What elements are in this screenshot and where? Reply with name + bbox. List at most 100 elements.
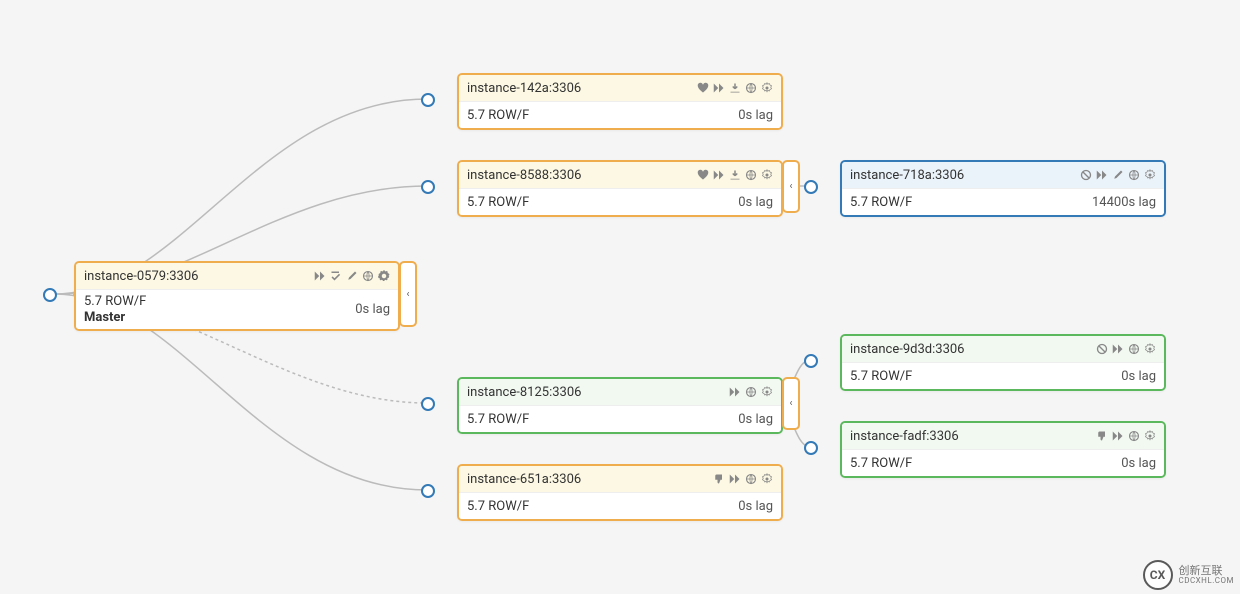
node-fadf[interactable]: instance-fadf:3306 5.7 ROW/F 0s lag [840,421,1166,478]
node-name[interactable]: instance-9d3d:3306 [850,342,965,357]
thumbs-down-icon[interactable] [713,473,725,485]
node-body: 5.7 ROW/F Master 0s lag [76,289,398,329]
gear-icon[interactable] [761,386,773,398]
node-version: 5.7 ROW/F [850,369,912,384]
node-651a[interactable]: instance-651a:3306 5.7 ROW/F 0s lag [457,464,783,521]
node-icons [1080,169,1156,181]
fast-forward-icon[interactable] [1096,169,1108,181]
node-icons [1096,343,1156,355]
fast-forward-icon[interactable] [713,82,725,94]
gear-icon[interactable] [761,473,773,485]
heart-icon[interactable] [697,169,709,181]
node-version: 5.7 ROW/F [467,108,529,123]
chevron-left-icon: ‹ [789,181,792,192]
fast-forward-icon[interactable] [1112,430,1124,442]
node-version: 5.7 ROW/F [467,412,529,427]
node-icons [314,270,390,282]
topology-canvas: instance-0579:3306 5.7 ROW/F Master 0s l… [0,0,1240,594]
gear-icon[interactable] [761,169,773,181]
node-name[interactable]: instance-fadf:3306 [850,429,959,444]
gear-icon[interactable] [761,82,773,94]
ban-icon[interactable] [1096,343,1108,355]
port-8588[interactable] [421,180,435,194]
node-version: 5.7 ROW/F [850,195,912,210]
heart-icon[interactable] [697,82,709,94]
node-body: 5.7 ROW/F 14400s lag [842,188,1164,215]
node-icons [713,473,773,485]
collapse-toggle-master[interactable]: ‹ [399,261,417,327]
node-name[interactable]: instance-142a:3306 [467,81,581,96]
port-8125[interactable] [421,397,435,411]
node-version: 5.7 ROW/F [850,456,912,471]
node-version: 5.7 ROW/F [84,294,146,310]
globe-icon[interactable] [745,473,757,485]
fast-forward-icon[interactable] [1112,343,1124,355]
watermark: CX 创新互联 CDCXHL.COM [1143,560,1235,590]
port-fadf[interactable] [804,441,818,455]
node-header: instance-9d3d:3306 [842,336,1164,362]
node-718a[interactable]: instance-718a:3306 5.7 ROW/F 14400s lag [840,160,1166,217]
node-lag: 0s lag [738,108,773,123]
collapse-toggle-8588[interactable]: ‹ [782,160,800,213]
node-header: instance-142a:3306 [459,75,781,101]
gear-icon[interactable] [378,270,390,282]
node-master[interactable]: instance-0579:3306 5.7 ROW/F Master 0s l… [74,261,400,331]
globe-icon[interactable] [1128,430,1140,442]
globe-icon[interactable] [745,169,757,181]
node-role: Master [84,310,146,326]
download-icon[interactable] [729,82,741,94]
port-9d3d[interactable] [804,354,818,368]
node-9d3d[interactable]: instance-9d3d:3306 5.7 ROW/F 0s lag [840,334,1166,391]
globe-icon[interactable] [1128,169,1140,181]
gear-icon[interactable] [1144,169,1156,181]
fast-forward-icon[interactable] [729,473,741,485]
node-142a[interactable]: instance-142a:3306 5.7 ROW/F 0s lag [457,73,783,130]
node-icons [729,386,773,398]
node-body: 5.7 ROW/F 0s lag [459,405,781,432]
port-718a[interactable] [804,180,818,194]
node-name[interactable]: instance-0579:3306 [84,269,198,284]
node-name[interactable]: instance-8125:3306 [467,385,581,400]
node-icons [697,169,773,181]
node-body: 5.7 ROW/F 0s lag [459,188,781,215]
port-651a[interactable] [421,484,435,498]
port-142a[interactable] [421,93,435,107]
node-lag: 0s lag [355,302,390,317]
ban-icon[interactable] [1080,169,1092,181]
globe-icon[interactable] [745,386,757,398]
node-body: 5.7 ROW/F 0s lag [459,101,781,128]
collapse-toggle-8125[interactable]: ‹ [782,377,800,430]
node-lag: 0s lag [738,412,773,427]
node-lag: 14400s lag [1092,195,1156,210]
pencil-icon[interactable] [346,270,358,282]
thumbs-down-icon[interactable] [1096,430,1108,442]
gear-icon[interactable] [1144,343,1156,355]
node-name[interactable]: instance-718a:3306 [850,168,964,183]
node-version: 5.7 ROW/F [467,195,529,210]
node-body: 5.7 ROW/F 0s lag [842,362,1164,389]
node-lag: 0s lag [1121,456,1156,471]
node-body: 5.7 ROW/F 0s lag [459,492,781,519]
node-lag: 0s lag [1121,369,1156,384]
node-header: instance-718a:3306 [842,162,1164,188]
node-name[interactable]: instance-651a:3306 [467,472,581,487]
node-8125[interactable]: instance-8125:3306 5.7 ROW/F 0s lag [457,377,783,434]
node-icons [1096,430,1156,442]
node-name[interactable]: instance-8588:3306 [467,168,581,183]
watermark-line1: 创新互联 [1179,565,1235,577]
globe-icon[interactable] [745,82,757,94]
pencil-icon[interactable] [1112,169,1124,181]
node-8588[interactable]: instance-8588:3306 5.7 ROW/F 0s lag [457,160,783,217]
gear-icon[interactable] [1144,430,1156,442]
node-body: 5.7 ROW/F 0s lag [842,449,1164,476]
check-icon[interactable] [330,270,342,282]
node-header: instance-8125:3306 [459,379,781,405]
fast-forward-icon[interactable] [314,270,326,282]
globe-icon[interactable] [1128,343,1140,355]
watermark-line2: CDCXHL.COM [1179,577,1235,585]
fast-forward-icon[interactable] [713,169,725,181]
download-icon[interactable] [729,169,741,181]
port-master-left[interactable] [43,288,57,302]
fast-forward-icon[interactable] [729,386,741,398]
globe-icon[interactable] [362,270,374,282]
